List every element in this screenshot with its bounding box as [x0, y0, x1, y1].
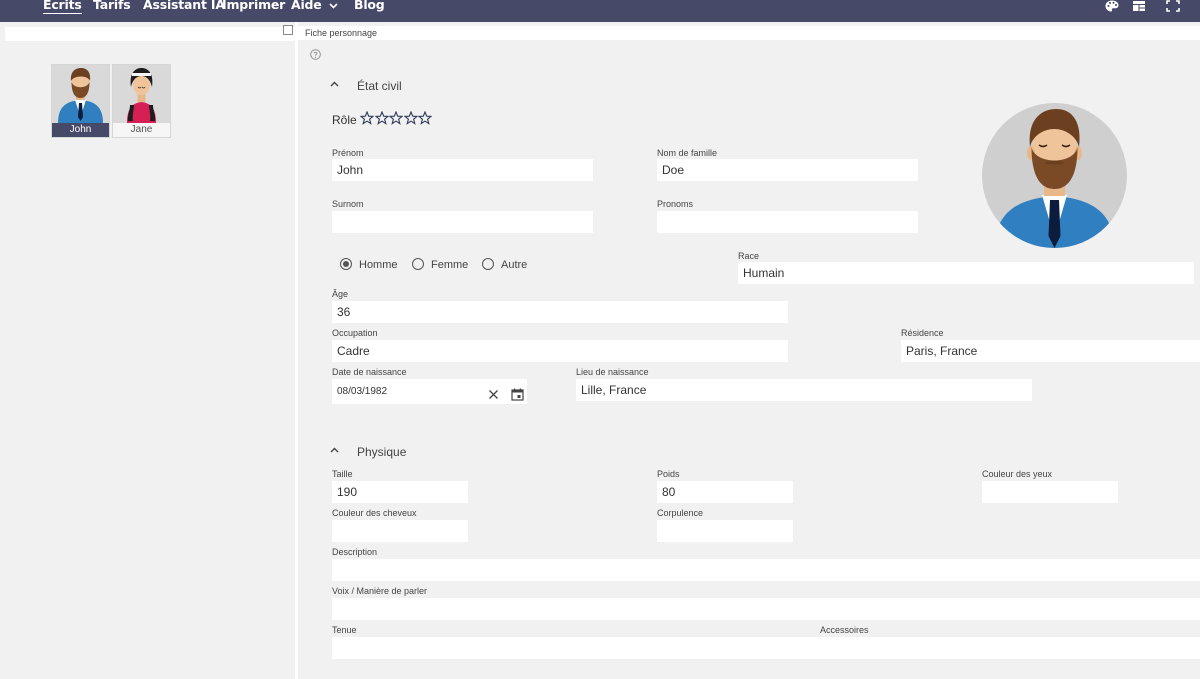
- radio-circle: [482, 258, 494, 270]
- description-label: Description: [332, 547, 378, 557]
- nav-tarifs[interactable]: Tarifs: [93, 0, 131, 12]
- character-portrait[interactable]: [982, 103, 1127, 248]
- pronoms-input[interactable]: [657, 211, 918, 233]
- nav-imprimer[interactable]: Imprimer: [222, 0, 285, 12]
- john-avatar: [52, 65, 109, 123]
- tenue-input[interactable]: [332, 637, 1200, 659]
- chevron-down-icon: [329, 2, 338, 9]
- race-input[interactable]: Humain: [738, 262, 1194, 284]
- cheveux-label: Couleur des cheveux: [332, 508, 417, 518]
- nav-aide[interactable]: Aide: [291, 0, 338, 12]
- fullscreen-icon[interactable]: [1166, 0, 1180, 12]
- role-label: Rôle: [332, 113, 357, 127]
- radio-circle: [340, 258, 352, 270]
- character-name: Jane: [113, 123, 170, 137]
- clear-icon[interactable]: [488, 389, 499, 400]
- character-name: John: [52, 123, 109, 137]
- radio-label: Homme: [359, 259, 398, 271]
- palette-icon[interactable]: [1105, 0, 1119, 12]
- yeux-input[interactable]: [982, 481, 1118, 503]
- cheveux-input[interactable]: [332, 520, 468, 542]
- nav-ecrits[interactable]: Ecrits: [43, 0, 82, 14]
- character-card-jane[interactable]: Jane: [112, 64, 171, 138]
- section-etat-civil[interactable]: État civil: [330, 79, 430, 95]
- voix-input[interactable]: [332, 598, 1200, 620]
- radio-dot: [343, 261, 349, 267]
- tab-bar: [396, 26, 1200, 40]
- prenom-input[interactable]: John: [332, 159, 593, 181]
- select-all-checkbox[interactable]: [283, 25, 293, 35]
- poids-input[interactable]: 80: [657, 481, 793, 503]
- panel-splitter[interactable]: [295, 22, 298, 679]
- section-title: Physique: [357, 445, 407, 459]
- nom-label: Nom de famille: [657, 148, 718, 158]
- section-title: État civil: [357, 79, 402, 93]
- star-icon[interactable]: [418, 111, 432, 125]
- character-card-john[interactable]: John: [51, 64, 110, 138]
- jane-avatar: [113, 65, 170, 123]
- accessoires-label: Accessoires: [820, 625, 869, 635]
- top-nav-bar: Ecrits Tarifs Assistant IA Imprimer Aide…: [0, 0, 1200, 22]
- help-icon[interactable]: [310, 49, 321, 60]
- section-physique[interactable]: Physique: [330, 445, 430, 461]
- age-input[interactable]: 36: [332, 301, 788, 323]
- residence-input[interactable]: Paris, France: [901, 340, 1200, 362]
- taille-label: Taille: [332, 469, 353, 479]
- chevron-up-icon: [330, 81, 339, 87]
- pronoms-label: Pronoms: [657, 199, 694, 209]
- nom-input[interactable]: Doe: [657, 159, 918, 181]
- radio-label: Femme: [431, 259, 469, 271]
- lieu-naissance-input[interactable]: Lille, France: [576, 379, 1032, 401]
- occupation-label: Occupation: [332, 328, 378, 338]
- date-naissance-label: Date de naissance: [332, 367, 407, 377]
- corpulence-input[interactable]: [657, 520, 793, 542]
- character-filter-bar[interactable]: [5, 27, 295, 41]
- surnom-input[interactable]: [332, 211, 593, 233]
- voix-label: Voix / Manière de parler: [332, 586, 428, 596]
- occupation-input[interactable]: Cadre: [332, 340, 788, 362]
- lieu-naissance-label: Lieu de naissance: [576, 367, 649, 377]
- calendar-icon[interactable]: [511, 388, 524, 401]
- taille-input[interactable]: 190: [332, 481, 468, 503]
- star-icon[interactable]: [389, 111, 403, 125]
- star-icon[interactable]: [403, 111, 418, 125]
- radio-circle: [412, 258, 424, 270]
- layout-icon[interactable]: [1132, 0, 1146, 12]
- nav-aide-label: Aide: [291, 0, 322, 12]
- nav-blog[interactable]: Blog: [354, 0, 385, 12]
- chevron-up-icon: [330, 447, 339, 453]
- prenom-label: Prénom: [332, 148, 364, 158]
- description-input[interactable]: [332, 559, 1200, 581]
- yeux-label: Couleur des yeux: [982, 469, 1053, 479]
- age-label: Âge: [332, 289, 349, 299]
- character-list-panel: John Jane: [0, 22, 295, 679]
- corpulence-label: Corpulence: [657, 508, 704, 518]
- tab-fiche-personnage[interactable]: Fiche personnage: [298, 26, 396, 40]
- surnom-label: Surnom: [332, 199, 364, 209]
- race-label: Race: [738, 251, 760, 261]
- poids-label: Poids: [657, 469, 680, 479]
- radio-label: Autre: [501, 259, 528, 271]
- tenue-label: Tenue: [332, 625, 357, 635]
- residence-label: Résidence: [901, 328, 944, 338]
- star-icon[interactable]: [374, 111, 389, 125]
- star-icon[interactable]: [360, 111, 374, 125]
- nav-assistant-ia[interactable]: Assistant IA: [143, 0, 225, 12]
